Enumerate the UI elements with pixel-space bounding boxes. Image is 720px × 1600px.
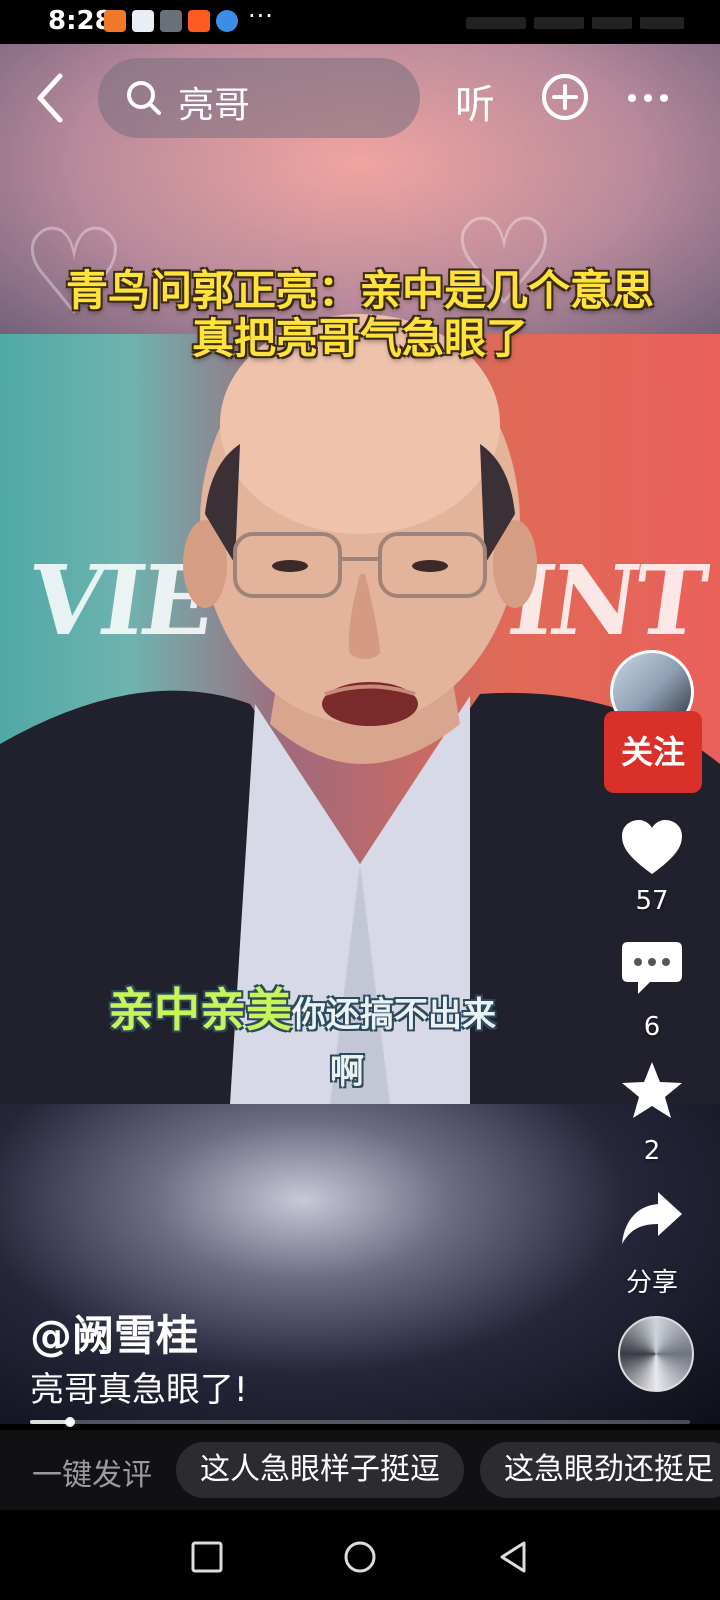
like-heart-icon[interactable] xyxy=(620,818,684,878)
listen-button[interactable]: 听 xyxy=(455,72,495,130)
add-circle-icon[interactable] xyxy=(540,72,590,122)
status-bar: 8:28 ··· xyxy=(0,0,720,44)
home-icon[interactable] xyxy=(343,1540,377,1574)
favorite-star-icon[interactable] xyxy=(620,1060,684,1120)
follow-button[interactable]: 关注 xyxy=(604,711,702,793)
favorite-count: 2 xyxy=(643,1136,661,1166)
notification-app-icon xyxy=(216,10,238,32)
caption-line-1: 亲中亲美你还搞不出来 xyxy=(108,974,496,1040)
progress-knob[interactable] xyxy=(64,1417,75,1427)
caption-line-2: 啊 xyxy=(330,1052,364,1092)
notification-app-icon xyxy=(160,10,182,32)
search-query: 亮哥 xyxy=(178,85,251,126)
music-disc-icon[interactable] xyxy=(618,1316,694,1392)
caption-text: 你还搞不出来 xyxy=(292,995,496,1035)
quick-comment-label[interactable]: 一键发评 xyxy=(32,1450,152,1494)
comment-bubble-icon[interactable] xyxy=(620,938,684,998)
quick-comment-bar: 一键发评 这人急眼样子挺逗 这急眼劲还挺足 xyxy=(0,1430,720,1510)
top-bar: 亮哥 听 xyxy=(0,56,720,140)
status-more-icon: ··· xyxy=(248,2,274,30)
system-nav-bar xyxy=(0,1510,720,1600)
video-title-line-2: 真把亮哥气急眼了 xyxy=(191,314,528,363)
caption-highlight: 亲中亲美 xyxy=(108,983,292,1037)
notification-app-icon xyxy=(104,10,126,32)
back-arrow-icon[interactable] xyxy=(30,70,74,126)
notification-app-icon xyxy=(132,10,154,32)
progress-fill xyxy=(30,1420,70,1424)
comment-count: 6 xyxy=(643,1012,661,1042)
share-label[interactable]: 分享 xyxy=(600,1262,704,1299)
search-icon xyxy=(127,81,161,115)
like-count: 57 xyxy=(635,886,669,916)
quick-comment-chip[interactable]: 这人急眼样子挺逗 xyxy=(176,1442,464,1498)
video-title-line-1: 青鸟问郭正亮：亲中是几个意思 xyxy=(65,266,654,315)
quick-comment-chip[interactable]: 这急眼劲还挺足 xyxy=(480,1442,720,1498)
more-options-icon[interactable] xyxy=(626,92,670,104)
status-time: 8:28 xyxy=(48,6,113,36)
system-status-icons xyxy=(466,14,696,29)
post-description: 亮哥真急眼了! xyxy=(30,1370,248,1410)
system-back-icon[interactable] xyxy=(496,1540,530,1574)
recent-apps-icon[interactable] xyxy=(190,1540,224,1574)
share-arrow-icon[interactable] xyxy=(620,1188,684,1248)
notification-app-icon xyxy=(188,10,210,32)
author-name[interactable]: @阙雪桂 xyxy=(30,1302,198,1363)
video-progress-bar[interactable] xyxy=(30,1417,690,1427)
search-bar[interactable]: 亮哥 xyxy=(98,58,420,138)
